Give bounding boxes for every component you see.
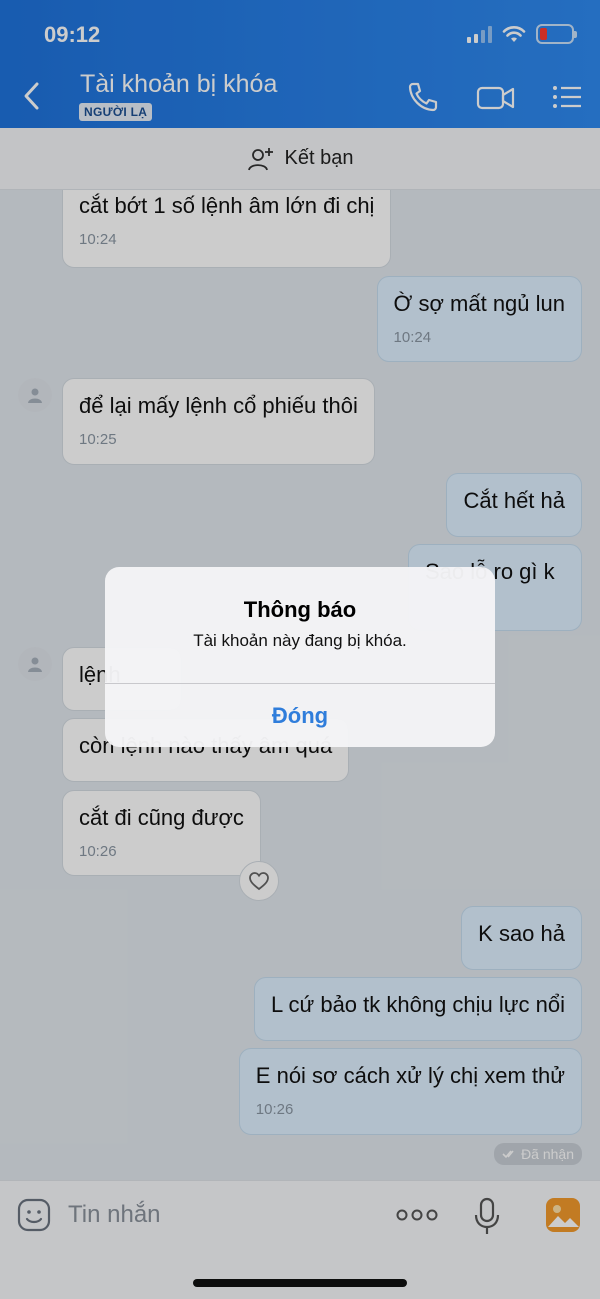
dialog-title: Thông báo (243, 597, 357, 622)
dialog-message: Tài khoản này đang bị khóa. (193, 631, 407, 650)
close-dialog-button[interactable]: Đóng (105, 684, 495, 747)
alert-dialog: Thông báo Tài khoản này đang bị khóa. Đó… (105, 567, 495, 747)
